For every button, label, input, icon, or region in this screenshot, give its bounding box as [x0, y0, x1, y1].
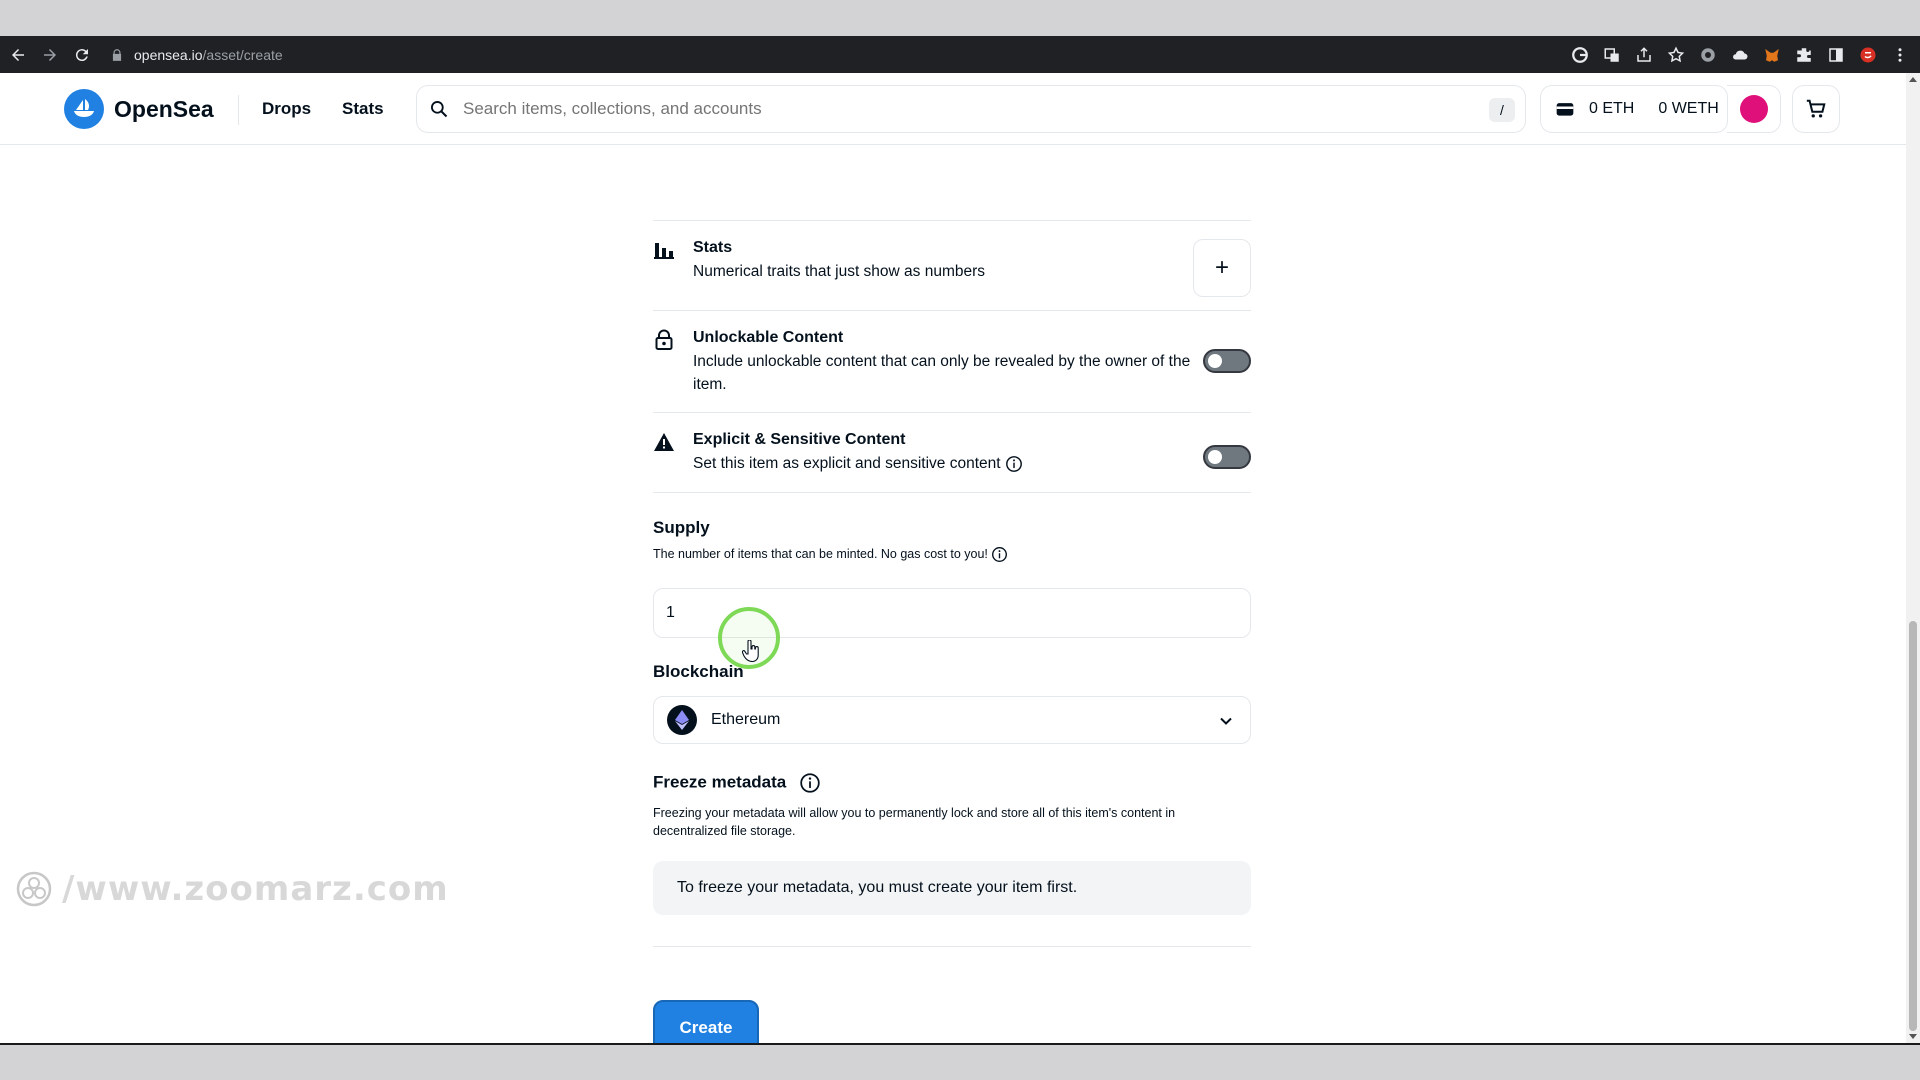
scroll-up-arrow[interactable]: [1909, 77, 1917, 82]
address-bar[interactable]: opensea.io/asset/create: [110, 42, 283, 68]
freeze-notice: To freeze your metadata, you must create…: [653, 861, 1251, 915]
supply-title: Supply: [653, 518, 710, 537]
page-scrollbar[interactable]: [1906, 73, 1920, 1043]
freeze-title: Freeze metadata: [653, 772, 821, 794]
opensea-boat-icon: [64, 89, 104, 129]
supply-description-text: The number of items that can be minted. …: [653, 547, 988, 561]
url-path: /asset/create: [202, 46, 283, 63]
unlockable-toggle[interactable]: [1203, 349, 1251, 373]
reload-icon: [75, 48, 88, 61]
info-icon[interactable]: [799, 772, 821, 794]
reload-button[interactable]: [68, 41, 96, 69]
google-icon[interactable]: [1570, 45, 1590, 65]
weth-balance: 0 WETH: [1658, 100, 1719, 117]
url-host: opensea.io: [134, 46, 203, 63]
metamask-fox-icon[interactable]: [1762, 45, 1782, 65]
back-button[interactable]: [4, 41, 32, 69]
explicit-description: Set this item as explicit and sensitive …: [693, 452, 1023, 475]
bar-chart-icon: [654, 243, 674, 259]
window-top-strip: [0, 0, 1920, 36]
add-stats-button[interactable]: +: [1193, 239, 1251, 297]
freeze-description: Freezing your metadata will allow you to…: [653, 806, 1176, 838]
brand-name: OpenSea: [114, 95, 214, 122]
explicit-title: Explicit & Sensitive Content: [693, 431, 906, 448]
wallet-balance[interactable]: 0 ETH 0 WETH: [1540, 85, 1728, 133]
stats-trait-row: Stats Numerical traits that just show as…: [653, 221, 1251, 311]
toggle-knob: [1208, 354, 1222, 368]
toggle-knob: [1208, 450, 1222, 464]
unlockable-title: Unlockable Content: [693, 329, 844, 346]
profile-button[interactable]: [1727, 85, 1781, 133]
scrollbar-thumb[interactable]: [1909, 621, 1917, 1031]
header-divider: [238, 95, 239, 125]
browser-toolbar: opensea.io/asset/create: [0, 36, 1920, 73]
watermark-text: /www.zoomarz.com: [62, 869, 449, 909]
cart-button[interactable]: [1792, 85, 1840, 133]
scroll-down-arrow[interactable]: [1909, 1034, 1917, 1039]
cart-icon: [1806, 99, 1826, 118]
arrow-right-icon: [44, 48, 56, 61]
brand-logo[interactable]: OpenSea: [64, 89, 214, 129]
search-shortcut-key: /: [1489, 98, 1515, 122]
blockchain-title: Blockchain: [653, 662, 744, 681]
eth-balance: 0 ETH: [1589, 100, 1635, 117]
unlockable-description: Include unlockable content that can only…: [693, 353, 1191, 393]
nav-stats[interactable]: Stats: [342, 99, 384, 119]
side-panel-icon[interactable]: [1826, 45, 1846, 65]
info-icon[interactable]: [991, 546, 1008, 563]
info-icon[interactable]: [1005, 455, 1023, 473]
profile-icon[interactable]: [1858, 45, 1878, 65]
site-header: OpenSea Drops Stats / 0 ETH 0 WETH: [0, 73, 1906, 145]
lock-icon: [112, 48, 122, 61]
search-bar[interactable]: /: [416, 85, 1526, 133]
blockchain-select[interactable]: Ethereum: [653, 696, 1251, 744]
kebab-menu-icon[interactable]: [1890, 45, 1910, 65]
form-divider: [653, 946, 1251, 947]
bookmark-star-icon[interactable]: [1666, 45, 1686, 65]
watermark-logo-icon: [16, 871, 52, 907]
explicit-content-row: Explicit & Sensitive Content Set this it…: [653, 413, 1251, 493]
page-viewport: OpenSea Drops Stats / 0 ETH 0 WETH Stats…: [0, 73, 1906, 1043]
share-icon[interactable]: [1634, 45, 1654, 65]
explicit-toggle[interactable]: [1203, 445, 1251, 469]
search-input[interactable]: [463, 99, 1443, 119]
watermark: /www.zoomarz.com: [14, 869, 449, 909]
ethereum-icon: [667, 705, 697, 735]
freeze-title-text: Freeze metadata: [653, 772, 787, 792]
lock-icon: [655, 329, 673, 350]
arrow-left-icon: [12, 48, 24, 61]
puzzle-extensions-icon[interactable]: [1794, 45, 1814, 65]
unlockable-content-row: Unlockable Content Include unlockable co…: [653, 311, 1251, 413]
explicit-description-text: Set this item as explicit and sensitive …: [693, 455, 1001, 472]
search-icon: [431, 101, 448, 118]
create-button[interactable]: Create: [653, 1000, 759, 1043]
warning-triangle-icon: [654, 433, 674, 451]
hand-cursor-icon: [742, 640, 759, 662]
forward-button[interactable]: [36, 41, 64, 69]
avatar: [1739, 95, 1768, 123]
extension-toolbar: [1570, 36, 1910, 73]
plus-icon: +: [1214, 254, 1229, 281]
wallet-icon: [1556, 103, 1574, 116]
stats-title: Stats: [693, 239, 733, 256]
freeze-notice-text: To freeze your metadata, you must create…: [677, 879, 1078, 896]
nav-drops[interactable]: Drops: [262, 99, 311, 119]
chevron-down-icon: [1220, 717, 1232, 725]
extension-cloud-icon[interactable]: [1730, 45, 1750, 65]
extension-circle-icon[interactable]: [1698, 45, 1718, 65]
translate-icon[interactable]: [1602, 45, 1622, 65]
window-bottom-strip: [0, 1043, 1920, 1080]
stats-description: Numerical traits that just show as numbe…: [693, 263, 986, 280]
blockchain-selected: Ethereum: [711, 711, 781, 728]
supply-description: The number of items that can be minted. …: [653, 545, 1008, 563]
